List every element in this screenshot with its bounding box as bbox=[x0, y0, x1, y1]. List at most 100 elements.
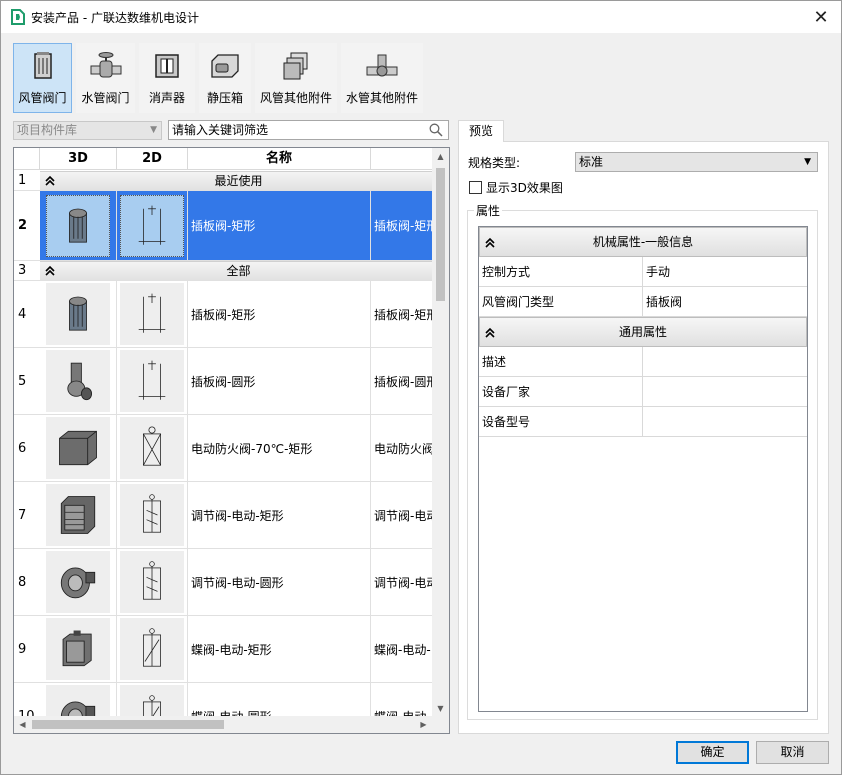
cell-2d bbox=[117, 549, 188, 615]
group-row[interactable]: 1 最近使用 bbox=[14, 171, 437, 191]
dialog-window: 安装产品 - 广联达数维机电设计 ✕ 风管阀门 水管阀门 消声器 静压箱 风管其他附件水… bbox=[0, 0, 842, 775]
chevron-down-icon: ▼ bbox=[150, 125, 157, 135]
component-grid: 3D 2D 名称 1 最近使用 2 插板阀-矩形 插板阀-矩形 3 全部 4 插板阀-矩形 插板阀… bbox=[13, 147, 450, 734]
cell-2d bbox=[117, 281, 188, 347]
cell-3d bbox=[40, 415, 117, 481]
table-row[interactable]: 8 调节阀-电动-圆形 调节阀-电动 bbox=[14, 549, 437, 616]
cell-extra: 插板阀-矩形 bbox=[374, 307, 437, 322]
row-number: 1 bbox=[18, 173, 27, 188]
header-rownum bbox=[14, 148, 40, 170]
table-row[interactable]: 7 调节阀-电动-矩形 调节阀-电动 bbox=[14, 482, 437, 549]
library-select[interactable]: 项目构件库 ▼ bbox=[13, 121, 162, 140]
category-duct-accessory[interactable]: 风管其他附件 bbox=[255, 43, 337, 113]
property-group-header[interactable]: 通用属性 bbox=[479, 317, 807, 347]
category-water-pipe-valve[interactable]: 水管阀门 bbox=[76, 43, 135, 113]
property-value[interactable] bbox=[646, 377, 806, 407]
horizontal-scrollbar[interactable]: ◀ ▶ bbox=[14, 716, 449, 733]
control-2d-symbol-icon bbox=[120, 551, 184, 613]
cell-name: 调节阀-电动-矩形 bbox=[188, 482, 371, 548]
cell-extra: 电动防火阀 bbox=[374, 441, 435, 456]
row-number: 5 bbox=[18, 373, 27, 389]
butterfly-valve-rect-3d-icon bbox=[46, 618, 110, 680]
property-row[interactable]: 描述 bbox=[479, 347, 807, 377]
fire-damper-3d-icon bbox=[46, 417, 110, 479]
attributes-label: 属性 bbox=[474, 202, 503, 219]
category-plenum-box[interactable]: 静压箱 bbox=[199, 43, 251, 113]
property-group-header[interactable]: 机械属性-一般信息 bbox=[479, 227, 807, 257]
cell-name: 电动防火阀-70℃-矩形 bbox=[188, 415, 371, 481]
search-icon[interactable] bbox=[429, 123, 443, 137]
cell-name: 蝶阀-电动-矩形 bbox=[188, 616, 371, 682]
show-3d-checkbox[interactable] bbox=[469, 181, 482, 194]
control-valve-rect-3d-icon bbox=[46, 484, 110, 546]
show-3d-label[interactable]: 显示3D效果图 bbox=[486, 179, 563, 196]
cell-extra: 插板阀-圆形 bbox=[374, 374, 437, 389]
group-row[interactable]: 3 全部 bbox=[14, 261, 437, 281]
property-value[interactable] bbox=[646, 347, 806, 377]
butterfly-2d-symbol-icon bbox=[120, 618, 184, 680]
table-row[interactable]: 5 插板阀-圆形 插板阀-圆形 bbox=[14, 348, 437, 415]
property-key: 风管阀门类型 bbox=[479, 287, 643, 317]
cell-2d bbox=[117, 348, 188, 414]
group-header[interactable]: 最近使用 bbox=[40, 171, 437, 190]
cell-extra: 蝶阀-电动- bbox=[374, 642, 431, 657]
scroll-down-icon[interactable]: ▼ bbox=[432, 700, 449, 717]
cell-2d bbox=[117, 415, 188, 481]
property-group-title: 机械属性-一般信息 bbox=[592, 235, 694, 249]
scroll-up-icon[interactable]: ▲ bbox=[432, 148, 449, 165]
cell-2d bbox=[117, 616, 188, 682]
category-label: 水管其他附件 bbox=[345, 91, 418, 105]
close-button[interactable]: ✕ bbox=[801, 1, 841, 33]
horizontal-scroll-thumb[interactable] bbox=[32, 720, 224, 729]
property-group-title: 通用属性 bbox=[618, 325, 667, 339]
property-value[interactable]: 插板阀 bbox=[646, 287, 806, 317]
header-name[interactable]: 名称 bbox=[188, 148, 371, 170]
cell-2d bbox=[117, 482, 188, 548]
table-row[interactable]: 2 插板阀-矩形 插板阀-矩形 bbox=[14, 191, 437, 261]
category-label: 风管阀门 bbox=[18, 91, 67, 105]
category-label: 静压箱 bbox=[206, 91, 243, 105]
cell-extra: 插板阀-矩形 bbox=[371, 191, 437, 260]
cell-name: 插板阀-圆形 bbox=[188, 348, 371, 414]
row-number: 4 bbox=[18, 306, 27, 322]
property-row[interactable]: 控制方式 手动 bbox=[479, 257, 807, 287]
group-header[interactable]: 全部 bbox=[40, 261, 437, 280]
row-number: 2 bbox=[18, 218, 28, 233]
table-row[interactable]: 4 插板阀-矩形 插板阀-矩形 bbox=[14, 281, 437, 348]
property-row[interactable]: 设备厂家 bbox=[479, 377, 807, 407]
table-row[interactable]: 9 蝶阀-电动-矩形 蝶阀-电动- bbox=[14, 616, 437, 683]
tab-preview[interactable]: 预览 bbox=[458, 120, 504, 142]
category-toolbar: 风管阀门 水管阀门 消声器 静压箱 风管其他附件 水管其他附件 bbox=[13, 43, 427, 113]
header-2d[interactable]: 2D bbox=[117, 148, 188, 170]
vertical-scroll-thumb[interactable] bbox=[436, 168, 445, 301]
cell-extra: 调节阀-电动 bbox=[374, 575, 437, 590]
property-row[interactable]: 设备型号 bbox=[479, 407, 807, 437]
property-row[interactable]: 风管阀门类型 插板阀 bbox=[479, 287, 807, 317]
ok-button[interactable]: 确定 bbox=[676, 741, 749, 764]
water-pipe-valve-icon bbox=[89, 51, 123, 81]
row-number: 8 bbox=[18, 574, 27, 590]
cancel-button[interactable]: 取消 bbox=[756, 741, 829, 764]
category-pipe-accessory[interactable]: 水管其他附件 bbox=[341, 43, 423, 113]
table-row[interactable]: 6 电动防火阀-70℃-矩形 电动防火阀 bbox=[14, 415, 437, 482]
cell-name: 调节阀-电动-圆形 bbox=[188, 549, 371, 615]
duct-accessory-icon bbox=[279, 51, 313, 81]
category-muffler[interactable]: 消声器 bbox=[139, 43, 195, 113]
search-input[interactable] bbox=[172, 122, 422, 138]
header-3d[interactable]: 3D bbox=[40, 148, 117, 170]
scroll-left-icon[interactable]: ◀ bbox=[14, 716, 31, 733]
property-value[interactable] bbox=[646, 407, 806, 437]
property-value[interactable]: 手动 bbox=[646, 257, 806, 287]
vertical-scrollbar[interactable]: ▲ ▼ bbox=[432, 148, 449, 717]
cell-3d bbox=[40, 616, 117, 682]
scroll-right-icon[interactable]: ▶ bbox=[415, 716, 432, 733]
cell-3d bbox=[40, 191, 117, 260]
category-air-duct-valve[interactable]: 风管阀门 bbox=[13, 43, 72, 113]
library-select-value: 项目构件库 bbox=[17, 123, 78, 137]
cell-3d bbox=[40, 482, 117, 548]
property-key: 设备型号 bbox=[479, 407, 643, 437]
spec-type-select[interactable]: 标准 ▼ bbox=[575, 152, 818, 172]
row-number: 9 bbox=[18, 641, 27, 657]
air-duct-valve-icon bbox=[26, 51, 60, 81]
property-key: 控制方式 bbox=[479, 257, 643, 287]
